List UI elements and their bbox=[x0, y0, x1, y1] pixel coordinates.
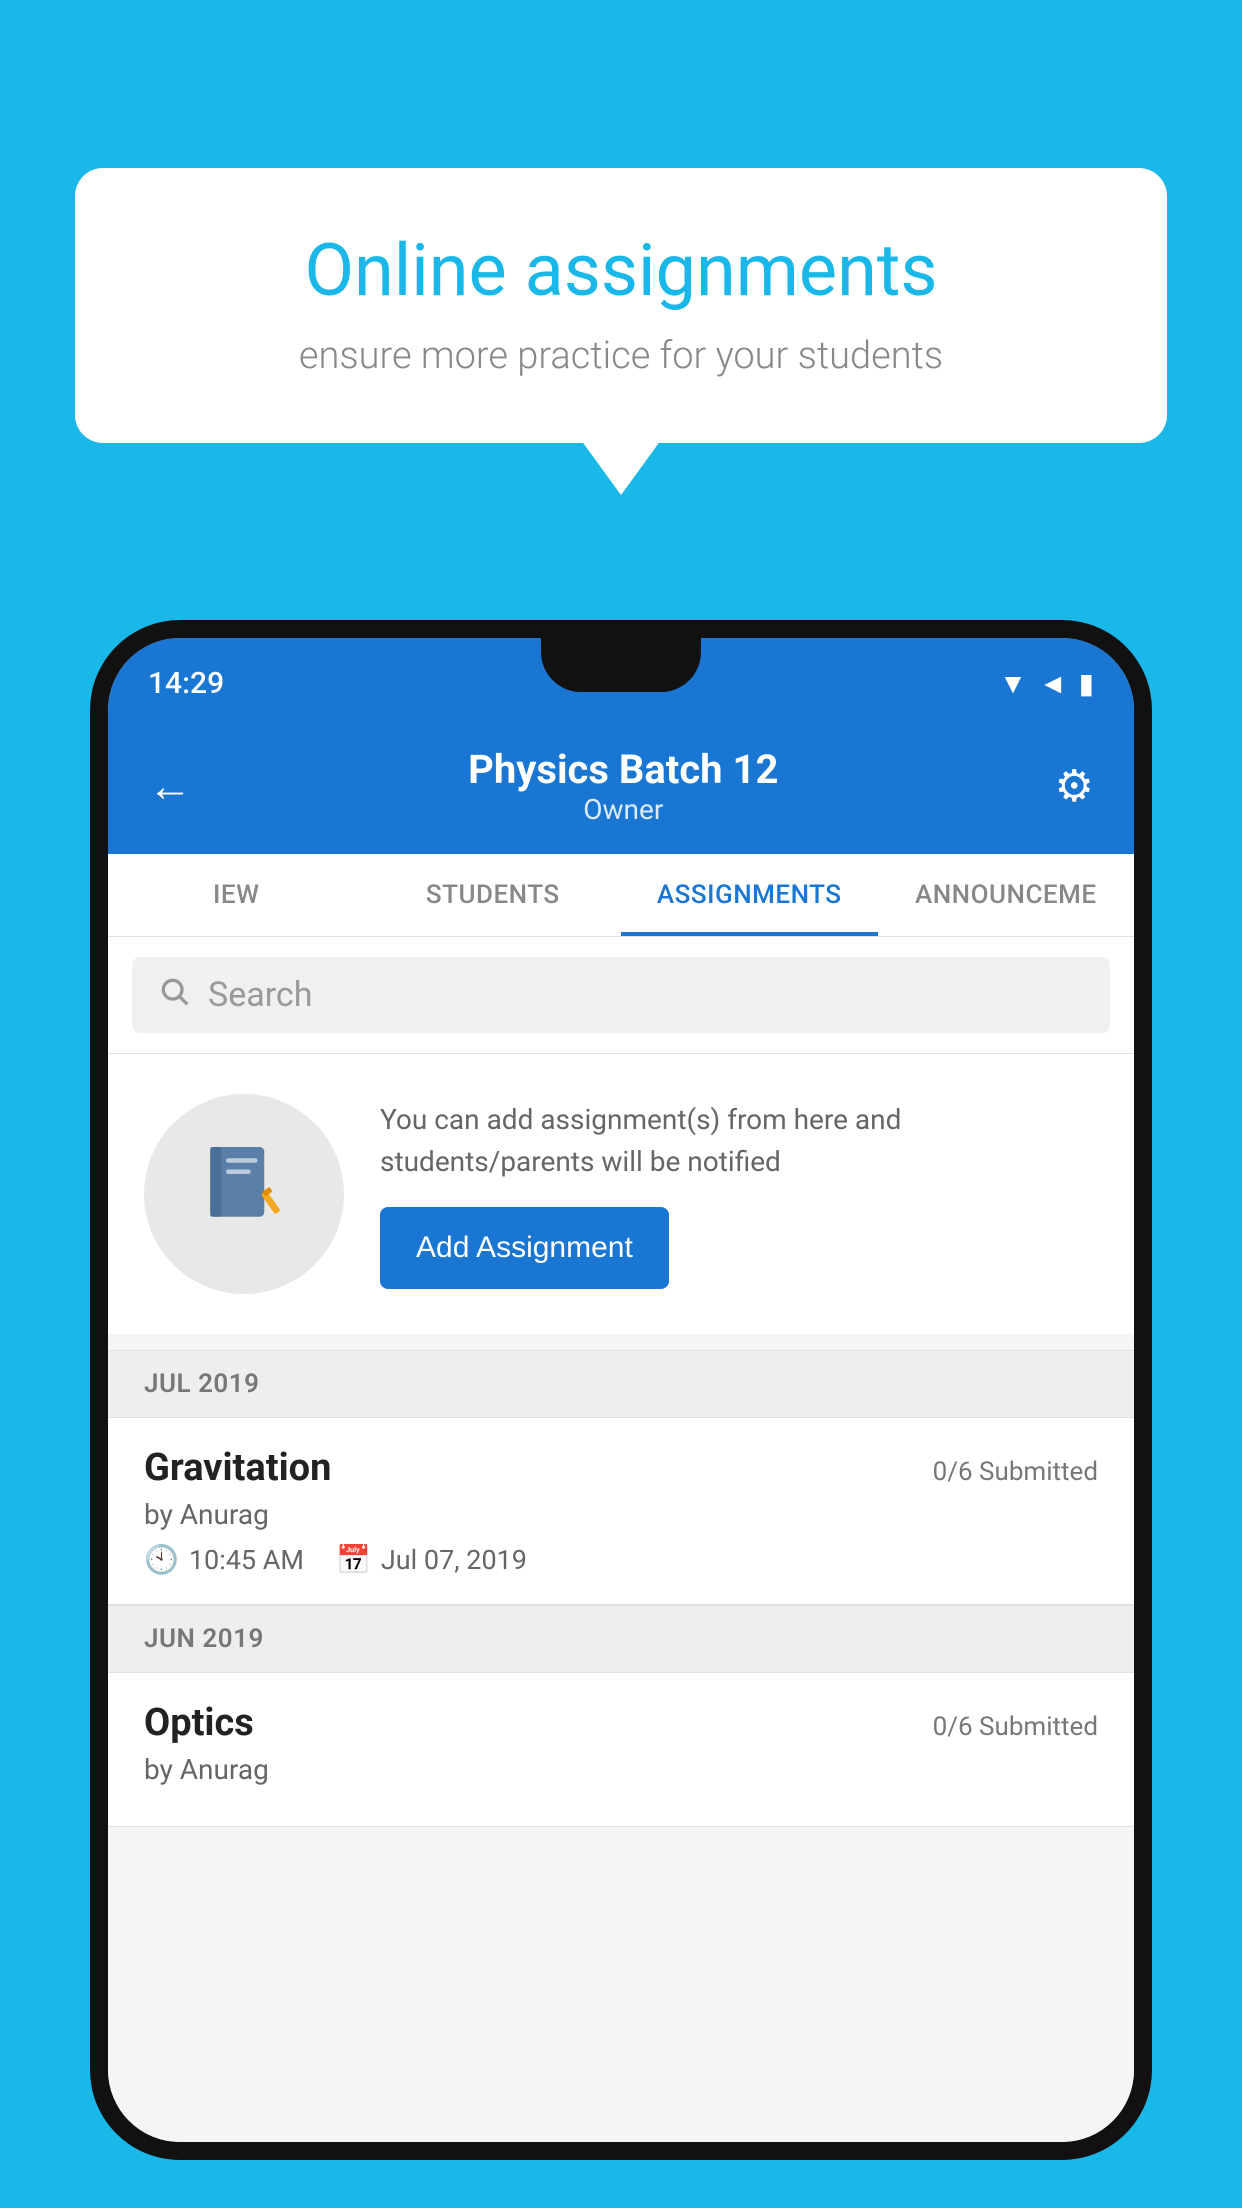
assignment-submitted-gravitation: 0/6 Submitted bbox=[933, 1457, 1098, 1487]
tabs-bar: IEW STUDENTS ASSIGNMENTS ANNOUNCEME bbox=[108, 854, 1134, 937]
content-area: Search bbox=[108, 937, 1134, 2142]
speech-bubble-subtitle: ensure more practice for your students bbox=[145, 334, 1097, 378]
assignment-meta-gravitation: 🕙 10:45 AM 📅 Jul 07, 2019 bbox=[144, 1543, 1098, 1576]
speech-bubble: Online assignments ensure more practice … bbox=[75, 168, 1167, 443]
header-subtitle: Owner bbox=[468, 793, 778, 826]
search-bar-container: Search bbox=[108, 937, 1134, 1054]
status-icons: ▼ ◄ ▮ bbox=[999, 667, 1094, 700]
promo-text: You can add assignment(s) from here and … bbox=[380, 1099, 1098, 1183]
assignment-time: 10:45 AM bbox=[189, 1544, 304, 1576]
meta-date: 📅 Jul 07, 2019 bbox=[336, 1543, 527, 1576]
assignment-top-row-optics: Optics 0/6 Submitted bbox=[144, 1701, 1098, 1745]
promo-icon-circle bbox=[144, 1094, 344, 1294]
add-assignment-button[interactable]: Add Assignment bbox=[380, 1207, 669, 1289]
assignment-title-gravitation: Gravitation bbox=[144, 1446, 331, 1490]
speech-bubble-container: Online assignments ensure more practice … bbox=[75, 168, 1167, 443]
signal-icon: ◄ bbox=[1039, 667, 1067, 700]
phone-wrapper: 14:29 ▼ ◄ ▮ ← Physics Batch 12 Owner ⚙ bbox=[90, 620, 1152, 2208]
header-title: Physics Batch 12 bbox=[468, 746, 778, 793]
promo-section: You can add assignment(s) from here and … bbox=[108, 1054, 1134, 1334]
assignment-item-optics[interactable]: Optics 0/6 Submitted by Anurag bbox=[108, 1673, 1134, 1827]
status-time: 14:29 bbox=[148, 666, 224, 701]
section-header-jul: JUL 2019 bbox=[108, 1350, 1134, 1418]
tab-iew[interactable]: IEW bbox=[108, 854, 365, 936]
tab-students[interactable]: STUDENTS bbox=[365, 854, 622, 936]
notch bbox=[541, 638, 701, 692]
assignment-author-optics: by Anurag bbox=[144, 1753, 1098, 1786]
tab-assignments[interactable]: ASSIGNMENTS bbox=[621, 854, 878, 936]
app-header: ← Physics Batch 12 Owner ⚙ bbox=[108, 728, 1134, 854]
battery-icon: ▮ bbox=[1079, 667, 1094, 700]
assignment-author-gravitation: by Anurag bbox=[144, 1498, 1098, 1531]
speech-bubble-title: Online assignments bbox=[145, 228, 1097, 314]
assignment-date: Jul 07, 2019 bbox=[381, 1544, 527, 1576]
promo-content: You can add assignment(s) from here and … bbox=[380, 1099, 1098, 1289]
tab-announcements[interactable]: ANNOUNCEME bbox=[878, 854, 1135, 936]
search-bar[interactable]: Search bbox=[132, 957, 1110, 1033]
status-bar: 14:29 ▼ ◄ ▮ bbox=[108, 638, 1134, 728]
phone-screen: 14:29 ▼ ◄ ▮ ← Physics Batch 12 Owner ⚙ bbox=[108, 638, 1134, 2142]
assignment-submitted-optics: 0/6 Submitted bbox=[933, 1712, 1098, 1742]
search-icon bbox=[158, 975, 190, 1015]
assignment-icon bbox=[199, 1138, 289, 1250]
clock-icon: 🕙 bbox=[144, 1543, 179, 1576]
assignment-item-gravitation[interactable]: Gravitation 0/6 Submitted by Anurag 🕙 10… bbox=[108, 1418, 1134, 1605]
meta-time: 🕙 10:45 AM bbox=[144, 1543, 304, 1576]
search-placeholder: Search bbox=[208, 975, 312, 1015]
back-button[interactable]: ← bbox=[148, 760, 192, 812]
assignment-top-row: Gravitation 0/6 Submitted bbox=[144, 1446, 1098, 1490]
assignment-title-optics: Optics bbox=[144, 1701, 254, 1745]
settings-button[interactable]: ⚙ bbox=[1055, 760, 1094, 812]
phone-device: 14:29 ▼ ◄ ▮ ← Physics Batch 12 Owner ⚙ bbox=[90, 620, 1152, 2160]
header-center: Physics Batch 12 Owner bbox=[468, 746, 778, 826]
calendar-icon: 📅 bbox=[336, 1543, 371, 1576]
section-header-jun: JUN 2019 bbox=[108, 1605, 1134, 1673]
wifi-icon: ▼ bbox=[999, 667, 1027, 700]
